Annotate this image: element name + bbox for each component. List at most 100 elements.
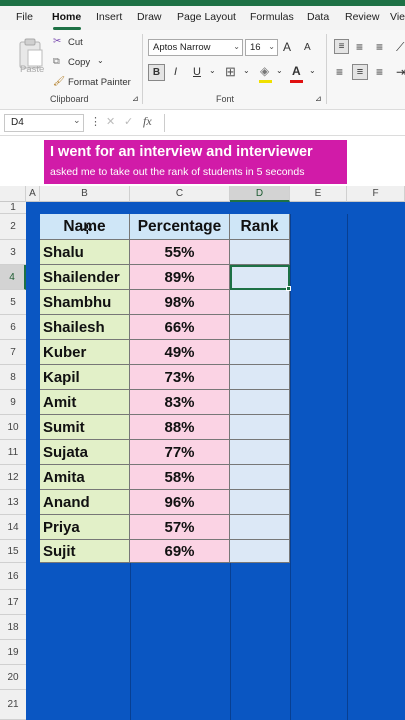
percentage-cell[interactable]: 66%	[130, 315, 230, 340]
chevron-down-icon[interactable]: ⌄	[276, 66, 283, 75]
chevron-down-icon[interactable]: ⌄	[243, 66, 250, 75]
row-header-8[interactable]: 8	[0, 365, 26, 390]
row-header-14[interactable]: 14	[0, 515, 26, 540]
tab-page-layout[interactable]: Page Layout	[177, 11, 236, 23]
align-top-button[interactable]: ≡	[334, 39, 349, 54]
tab-draw[interactable]: Draw	[137, 11, 162, 23]
column-header-b[interactable]: B	[40, 186, 130, 202]
font-name-select[interactable]: Aptos Narrow ⌄	[148, 39, 243, 56]
column-header-d[interactable]: D	[230, 186, 290, 202]
column-header-a[interactable]: A	[26, 186, 40, 202]
name-cell[interactable]: Kapil	[40, 365, 130, 390]
percentage-cell[interactable]: 73%	[130, 365, 230, 390]
shrink-font-icon[interactable]: A	[304, 42, 311, 53]
cut-button[interactable]: Cut	[68, 37, 83, 48]
fill-color-icon[interactable]: ◈	[260, 64, 269, 78]
grow-font-icon[interactable]: A	[283, 40, 291, 54]
rank-cell[interactable]	[230, 290, 290, 315]
align-left-icon[interactable]: ≡	[336, 65, 343, 79]
chevron-down-icon[interactable]: ⌄	[209, 66, 216, 75]
row-header-15[interactable]: 15	[0, 540, 26, 563]
percentage-cell[interactable]: 69%	[130, 540, 230, 563]
tab-file[interactable]: File	[16, 11, 33, 23]
select-all-corner[interactable]	[0, 186, 26, 202]
underline-button[interactable]: U	[193, 66, 201, 78]
borders-icon[interactable]: ⊞	[225, 64, 236, 80]
name-cell[interactable]: Kuber	[40, 340, 130, 365]
row-header-2[interactable]: 2	[0, 214, 26, 240]
column-header-e[interactable]: E	[290, 186, 347, 202]
align-center-button[interactable]: ≡	[352, 64, 368, 80]
row-header-11[interactable]: 11	[0, 440, 26, 465]
name-cell[interactable]: Anand	[40, 490, 130, 515]
rank-cell[interactable]	[230, 540, 290, 563]
align-right-icon[interactable]: ≡	[376, 65, 383, 79]
fill-handle[interactable]	[286, 286, 291, 291]
name-cell[interactable]: Sujit	[40, 540, 130, 563]
header-cell-rank[interactable]: Rank	[230, 214, 290, 240]
active-cell-d4[interactable]	[230, 265, 290, 290]
format-painter-button[interactable]: Format Painter	[68, 77, 131, 88]
tab-formulas[interactable]: Formulas	[250, 11, 294, 23]
row-header-6[interactable]: 6	[0, 315, 26, 340]
tab-review[interactable]: Review	[345, 11, 379, 23]
enter-icon[interactable]: ✓	[124, 115, 133, 128]
bold-button[interactable]: B	[148, 64, 165, 81]
font-size-select[interactable]: 16 ⌄	[245, 39, 278, 56]
rank-cell[interactable]	[230, 365, 290, 390]
font-launcher-icon[interactable]: ⊿	[315, 94, 322, 103]
row-header-12[interactable]: 12	[0, 465, 26, 490]
percentage-cell[interactable]: 83%	[130, 390, 230, 415]
rank-cell[interactable]	[230, 315, 290, 340]
header-cell-percentage[interactable]: Percentage	[130, 214, 230, 240]
name-cell[interactable]: Shambhu	[40, 290, 130, 315]
tab-data[interactable]: Data	[307, 11, 329, 23]
name-cell[interactable]: Priya	[40, 515, 130, 540]
row-header-13[interactable]: 13	[0, 490, 26, 515]
row-header-18[interactable]: 18	[0, 615, 26, 640]
percentage-cell[interactable]: 77%	[130, 440, 230, 465]
align-middle-icon[interactable]: ≡	[356, 40, 363, 54]
percentage-cell[interactable]: 58%	[130, 465, 230, 490]
name-cell[interactable]: Shailesh	[40, 315, 130, 340]
percentage-cell[interactable]: 88%	[130, 415, 230, 440]
row-header-20[interactable]: 20	[0, 665, 26, 690]
row-header-17[interactable]: 17	[0, 590, 26, 615]
percentage-cell[interactable]: 98%	[130, 290, 230, 315]
name-cell[interactable]: Amit	[40, 390, 130, 415]
clipboard-launcher-icon[interactable]: ⊿	[132, 94, 139, 103]
row-header-9[interactable]: 9	[0, 390, 26, 415]
row-header-3[interactable]: 3	[0, 240, 26, 265]
indent-icon[interactable]: ⇥	[396, 65, 405, 79]
chevron-down-icon[interactable]: ⌄	[309, 66, 316, 75]
cancel-icon[interactable]: ✕	[106, 115, 115, 128]
percentage-cell[interactable]: 55%	[130, 240, 230, 265]
tab-view[interactable]: Vie	[390, 11, 405, 23]
percentage-cell[interactable]: 49%	[130, 340, 230, 365]
name-cell[interactable]: Shalu	[40, 240, 130, 265]
name-cell[interactable]: Amita	[40, 465, 130, 490]
insert-function-button[interactable]: fx	[143, 114, 152, 129]
rank-cell[interactable]	[230, 515, 290, 540]
name-cell[interactable]: Sujata	[40, 440, 130, 465]
rank-cell[interactable]	[230, 465, 290, 490]
align-bottom-icon[interactable]: ≡	[376, 40, 383, 54]
chevron-down-icon[interactable]: ⌄	[97, 56, 104, 65]
name-cell[interactable]: Shailender	[40, 265, 130, 290]
chevron-down-icon[interactable]: ⌄	[73, 115, 81, 126]
font-color-button[interactable]: A	[292, 64, 301, 78]
orientation-icon[interactable]: ⟋	[396, 40, 404, 55]
more-icon[interactable]: ⋮	[90, 115, 101, 128]
column-header-f[interactable]: F	[347, 186, 405, 202]
tab-home[interactable]: Home	[52, 11, 81, 23]
row-header-19[interactable]: 19	[0, 640, 26, 665]
italic-button[interactable]: I	[174, 66, 177, 78]
name-box[interactable]: D4	[4, 114, 84, 132]
rank-cell[interactable]	[230, 415, 290, 440]
row-header-21[interactable]: 21	[0, 690, 26, 720]
column-header-c[interactable]: C	[130, 186, 230, 202]
row-header-16[interactable]: 16	[0, 563, 26, 590]
rank-cell[interactable]	[230, 340, 290, 365]
rank-cell[interactable]	[230, 240, 290, 265]
row-header-1[interactable]: 1	[0, 202, 26, 214]
